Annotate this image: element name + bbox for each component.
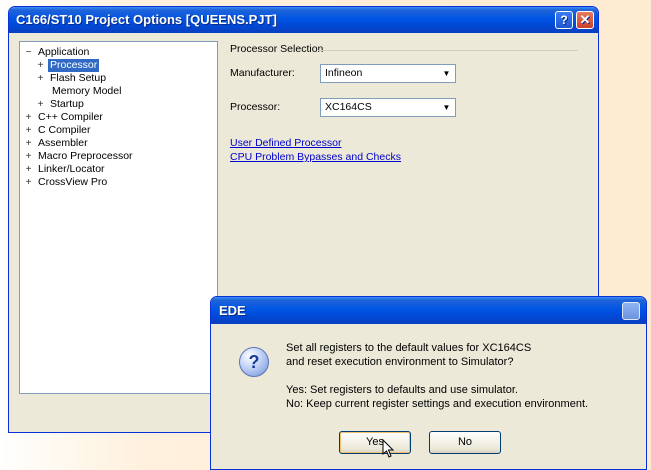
expand-icon[interactable]: +	[36, 98, 45, 111]
expand-icon[interactable]: +	[36, 59, 45, 72]
message-line: Yes: Set registers to defaults and use s…	[286, 384, 518, 396]
close-icon[interactable]: ✕	[576, 11, 594, 29]
expand-icon[interactable]: +	[24, 111, 33, 124]
tree-item-label: Memory Model	[52, 85, 122, 97]
expand-icon[interactable]: +	[24, 176, 33, 189]
tree-item-label: Linker/Locator	[38, 163, 105, 175]
message-line: No: Keep current register settings and e…	[286, 398, 589, 410]
collapse-icon[interactable]: −	[24, 46, 33, 59]
tree-item-label: Processor	[48, 59, 100, 72]
processor-label: Processor:	[230, 101, 281, 113]
expand-icon[interactable]: +	[24, 124, 33, 137]
tree-item-label: Application	[38, 46, 90, 58]
processor-select[interactable]: XC164CS ▼	[320, 98, 456, 117]
tree-item-label: Assembler	[38, 137, 88, 149]
dialog-title: EDE	[219, 303, 246, 318]
chevron-down-icon[interactable]: ▼	[439, 66, 454, 81]
ede-dialog: EDE ? Set all registers to the default v…	[210, 296, 647, 470]
user-defined-processor-link[interactable]: User Defined Processor	[230, 137, 341, 149]
project-options-titlebar[interactable]: C166/ST10 Project Options [QUEENS.PJT] ?…	[9, 7, 598, 33]
chevron-down-icon[interactable]: ▼	[439, 100, 454, 115]
tree-item-label: CrossView Pro	[38, 176, 108, 188]
tree-item-label: Startup	[50, 98, 84, 110]
mouse-pointer-icon	[382, 439, 395, 458]
close-icon[interactable]	[622, 302, 640, 320]
tree-item-label: Flash Setup	[50, 72, 107, 84]
tree-item-label: Macro Preprocessor	[38, 150, 133, 162]
window-title: C166/ST10 Project Options [QUEENS.PJT]	[16, 12, 277, 27]
expand-icon[interactable]: +	[36, 72, 45, 85]
processor-value: XC164CS	[325, 101, 372, 113]
yes-button[interactable]: Yes	[339, 431, 411, 454]
expand-icon[interactable]: +	[24, 150, 33, 163]
question-icon: ?	[239, 347, 269, 377]
tree-item-label: C++ Compiler	[38, 111, 103, 123]
manufacturer-value: Infineon	[325, 67, 363, 79]
ede-dialog-titlebar[interactable]: EDE	[211, 297, 646, 324]
manufacturer-label: Manufacturer:	[230, 67, 295, 79]
manufacturer-select[interactable]: Infineon ▼	[320, 64, 456, 83]
expand-icon[interactable]: +	[24, 163, 33, 176]
cpu-bypasses-link[interactable]: CPU Problem Bypasses and Checks	[230, 151, 401, 163]
message-line: and reset execution environment to Simul…	[286, 356, 514, 368]
message-line: Set all registers to the default values …	[286, 342, 532, 354]
expand-icon[interactable]: +	[24, 137, 33, 150]
group-title: Processor Selection	[230, 43, 324, 55]
no-button[interactable]: No	[429, 431, 501, 454]
options-tree[interactable]: − Application + Processor + Flash Setup …	[19, 41, 218, 394]
group-divider	[318, 50, 578, 51]
tree-item-label: C Compiler	[38, 124, 91, 136]
help-icon[interactable]: ?	[555, 11, 573, 29]
